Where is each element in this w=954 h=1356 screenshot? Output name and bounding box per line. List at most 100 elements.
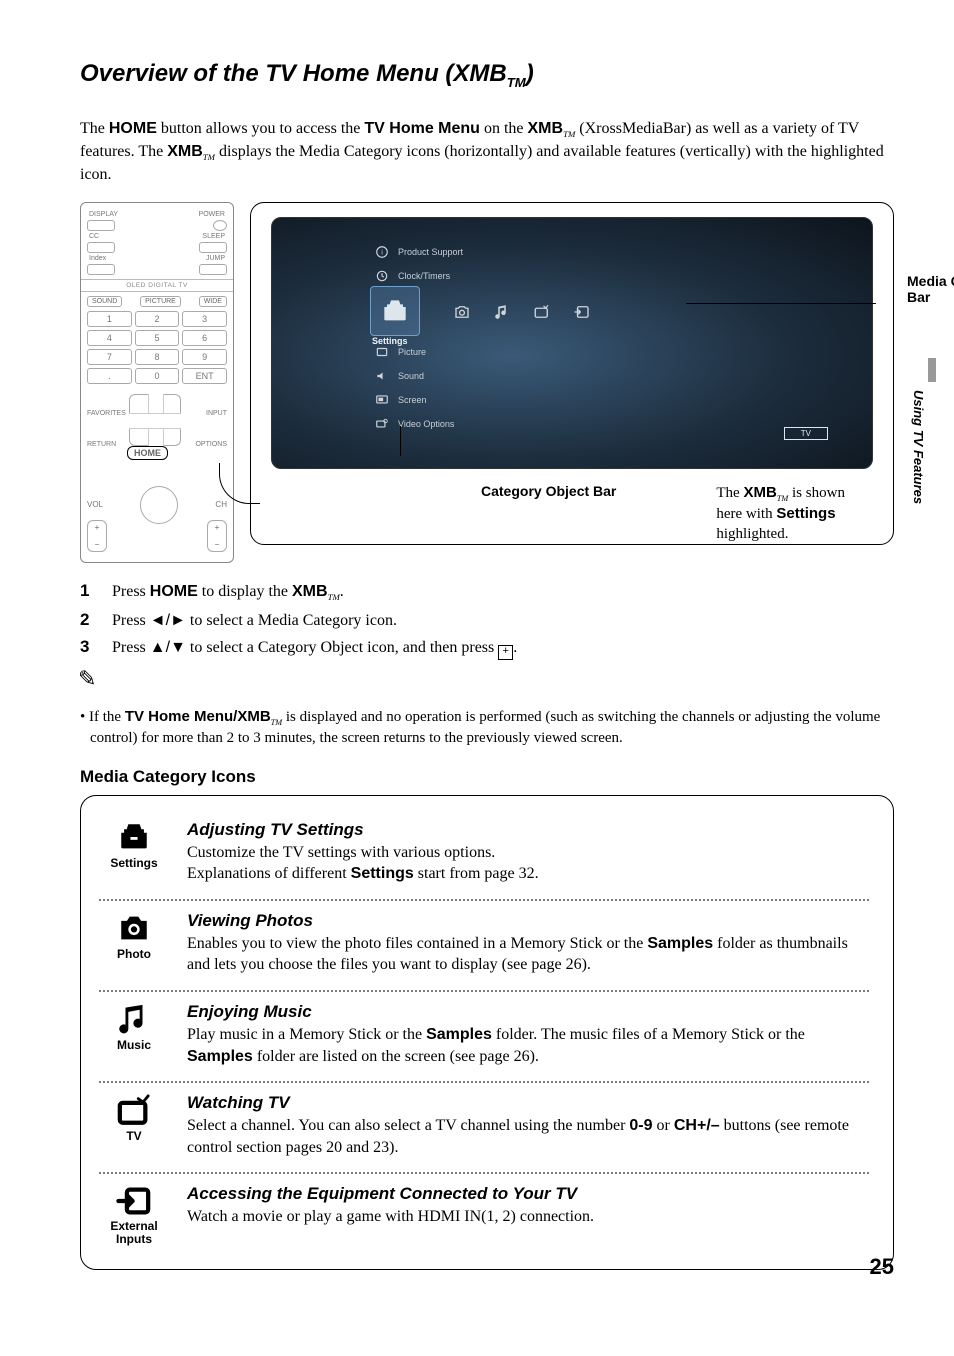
xmb-selected-label: Settings (372, 336, 408, 346)
remote-btn-power (213, 220, 227, 231)
external-inputs-icon-large (99, 1184, 169, 1218)
remote-btn-picture: PICTURE (140, 296, 181, 307)
remote-sleep-label: SLEEP (202, 233, 225, 240)
remote-vol-rocker: +− (87, 520, 107, 552)
xmb-media-row (382, 296, 832, 328)
external-desc: Watch a movie or play a game with HDMI I… (187, 1206, 869, 1228)
tv-icon (532, 302, 552, 322)
screen-icon (374, 392, 390, 408)
arrows-left-right-icon: ◄/► (150, 612, 186, 629)
remote-btn-jump (199, 264, 227, 275)
tv-icon-large (99, 1093, 169, 1127)
xmb-item-sound: Sound (372, 364, 532, 388)
photo-title: Viewing Photos (187, 911, 869, 931)
title-close: ) (526, 60, 534, 87)
photo-label: Photo (99, 947, 169, 961)
title-text-main: Overview of the TV Home Menu (XMB (80, 60, 507, 87)
title-tm: TM (507, 75, 526, 90)
music-icon (492, 302, 512, 322)
media-category-icons-heading: Media Category Icons (80, 767, 894, 787)
remote-options-label: OPTIONS (195, 441, 227, 448)
callout-category-object-bar: Category Object Bar (481, 483, 616, 545)
tv-title: Watching TV (187, 1093, 869, 1113)
step-2: 2 Press ◄/► to select a Media Category i… (80, 610, 894, 632)
xmb-item-video-options: Video Options (372, 412, 532, 436)
callout-note: The XMBTM is shown here with Settings hi… (676, 483, 873, 545)
icon-row-photo: Photo Viewing Photos Enables you to view… (99, 899, 869, 990)
side-tab-label: Using TV Features (911, 390, 926, 504)
music-label: Music (99, 1038, 169, 1052)
svg-text:i: i (381, 249, 383, 256)
arrows-up-down-icon: ▲/▼ (150, 639, 186, 656)
tv-label: TV (99, 1129, 169, 1143)
remote-input-label: INPUT (206, 410, 227, 417)
icon-row-music: Music Enjoying Music Play music in a Mem… (99, 990, 869, 1081)
remote-btn-cc (87, 242, 115, 253)
settings-label: Settings (99, 856, 169, 870)
plus-button-icon: + (498, 645, 513, 660)
icon-row-tv: TV Watching TV Select a channel. You can… (99, 1081, 869, 1172)
steps-list: 1 Press HOME to display the XMBTM. 2 Pre… (80, 581, 894, 661)
photo-icon (452, 302, 472, 322)
remote-center-ring (140, 486, 178, 524)
remote-btn-sleep (199, 242, 227, 253)
sound-icon (374, 368, 390, 384)
picture-icon (374, 344, 390, 360)
intro-paragraph: The HOME button allows you to access the… (80, 118, 894, 186)
music-icon-large (99, 1002, 169, 1036)
remote-btn-sound: SOUND (87, 296, 122, 307)
photo-desc: Enables you to view the photo files cont… (187, 933, 869, 976)
remote-btn-index (87, 264, 115, 275)
external-label: External Inputs (99, 1220, 169, 1246)
remote-keypad: 123 456 789 .0ENT (87, 311, 227, 384)
photo-icon-large (99, 911, 169, 945)
tv-badge: TV (784, 427, 828, 440)
callout-leader-cob (400, 426, 401, 456)
icon-row-external: External Inputs Accessing the Equipment … (99, 1172, 869, 1250)
step-3: 3 Press ▲/▼ to select a Category Object … (80, 637, 894, 660)
clock-icon (374, 268, 390, 284)
music-title: Enjoying Music (187, 1002, 869, 1022)
xmb-item-clock: Clock/Timers (372, 264, 532, 288)
media-icons-panel: Settings Adjusting TV Settings Customize… (80, 795, 894, 1270)
intro-tvhm: TV Home Menu (364, 120, 480, 137)
remote-ch-rocker: +− (207, 520, 227, 552)
settings-icon (99, 820, 169, 854)
step-1: 1 Press HOME to display the XMBTM. (80, 581, 894, 604)
video-options-icon (374, 416, 390, 432)
remote-favorites-label: FAVORITES (87, 410, 126, 417)
remote-power-label: POWER (199, 211, 225, 218)
external-inputs-icon (572, 302, 592, 322)
xmb-item-product-support: i Product Support (372, 240, 532, 264)
side-tab-marker (928, 358, 936, 382)
remote-display-label: DISPLAY (89, 211, 118, 218)
page-number: 25 (870, 1254, 894, 1280)
remote-btn-wide: WIDE (199, 296, 227, 307)
settings-desc: Customize the TV settings with various o… (187, 842, 869, 885)
figure-row: DISPLAY POWER CC SLEEP Index JUMP OLED DIGI… (80, 202, 894, 563)
note-bullet: • If the TV Home Menu/XMBTM is displayed… (80, 707, 894, 748)
tv-desc: Select a channel. You can also select a … (187, 1115, 869, 1158)
music-desc: Play music in a Memory Stick or the Samp… (187, 1024, 869, 1067)
note-icon: ✎ (78, 666, 894, 692)
remote-strip: OLED DIGITAL TV (81, 279, 233, 292)
info-icon: i (374, 244, 390, 260)
intro-xmb: XMB (528, 120, 564, 137)
icon-row-settings: Settings Adjusting TV Settings Customize… (99, 810, 869, 899)
xmb-item-screen: Screen (372, 388, 532, 412)
external-title: Accessing the Equipment Connected to You… (187, 1184, 869, 1204)
remote-cc-label: CC (89, 233, 99, 240)
tv-screenshot-panel: i Product Support Clock/Timers Picture (250, 202, 894, 563)
tv-screen: i Product Support Clock/Timers Picture (271, 217, 873, 469)
remote-illustration: DISPLAY POWER CC SLEEP Index JUMP OLED DIGI… (80, 202, 234, 563)
remote-home-button: HOME (127, 446, 168, 460)
callout-leader-mcb (686, 303, 876, 304)
remote-jump-label: JUMP (206, 255, 225, 262)
callout-media-category-bar: Media Category Bar (899, 273, 954, 305)
remote-index-label: Index (89, 255, 106, 262)
page-title: Overview of the TV Home Menu (XMBTM) (80, 60, 894, 90)
remote-return-label: RETURN (87, 441, 116, 448)
remote-btn-display (87, 220, 115, 231)
remote-ch-label: CH (215, 500, 227, 509)
settings-title: Adjusting TV Settings (187, 820, 869, 840)
